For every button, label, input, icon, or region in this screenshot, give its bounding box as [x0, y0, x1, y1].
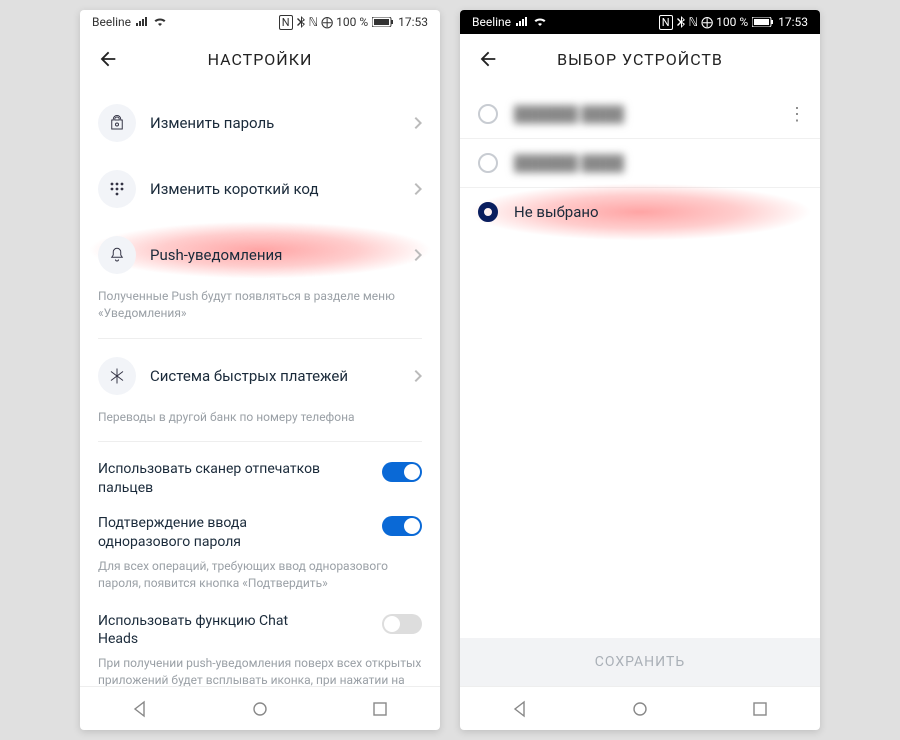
device-list: ██████ ████ ⋮ ██████ ████ Не выбрано [460, 84, 820, 638]
otp-toggle-row: Подтверждение ввода одноразового пароля [80, 504, 440, 558]
app-bar: ВЫБОР УСТРОЙСТВ [460, 34, 820, 84]
carrier-label: Beeline [472, 15, 511, 29]
sbp-icon [98, 357, 136, 395]
otp-subtext: Для всех операций, требующих ввод однора… [80, 558, 440, 604]
bluetooth-icon [297, 16, 305, 28]
item-label: Изменить пароль [150, 114, 414, 132]
change-short-code-item[interactable]: Изменить короткий код [80, 156, 440, 222]
signal-icon [515, 17, 529, 27]
nav-recent-icon[interactable] [371, 700, 389, 718]
nav-home-icon[interactable] [631, 700, 649, 718]
app-bar: НАСТРОЙКИ [80, 34, 440, 84]
page-title: ВЫБОР УСТРОЙСТВ [460, 50, 820, 69]
page-title: НАСТРОЙКИ [80, 50, 440, 69]
device-label: ██████ ████ [514, 154, 624, 172]
sbp-subtext: Переводы в другой банк по номеру телефон… [80, 409, 440, 438]
toggle-label: Использовать сканер отпечатков пальцев [98, 460, 328, 498]
fingerprint-toggle-row: Использовать сканер отпечатков пальцев [80, 446, 440, 504]
wifi-icon [153, 17, 167, 27]
fingerprint-switch[interactable] [382, 462, 422, 482]
carrier-label: Beeline [92, 15, 131, 29]
nav-back-icon[interactable] [131, 700, 149, 718]
chat-heads-subtext: При получении push-уведомления поверх вс… [80, 655, 440, 686]
sbp-item[interactable]: Система быстрых платежей [80, 343, 440, 409]
battery-icon [372, 17, 394, 27]
item-label: Изменить короткий код [150, 180, 414, 198]
android-nav-bar [80, 686, 440, 730]
toggle-label: Использовать функцию Chat Heads [98, 612, 328, 650]
settings-list: Изменить пароль Изменить короткий код Pu… [80, 84, 440, 686]
device-option-none[interactable]: Не выбрано [460, 188, 820, 236]
lock-icon [98, 104, 136, 142]
back-button[interactable] [472, 43, 504, 75]
clock: 17:53 [778, 15, 808, 29]
save-button[interactable]: СОХРАНИТЬ [460, 638, 820, 686]
signal-icon [135, 17, 149, 27]
nav-recent-icon[interactable] [751, 700, 769, 718]
status-bar: Beeline N ℕ ⨁ 100 % 17:53 [460, 10, 820, 34]
device-selection-screen: Beeline N ℕ ⨁ 100 % 17:53 ВЫБОР УСТРОЙСТ… [460, 10, 820, 730]
device-label: Не выбрано [514, 203, 599, 221]
device-option-2[interactable]: ██████ ████ [460, 139, 820, 188]
item-label: Система быстрых платежей [150, 367, 414, 385]
keypad-icon [98, 170, 136, 208]
chat-heads-toggle-row: Использовать функцию Chat Heads [80, 604, 440, 656]
device-option-1[interactable]: ██████ ████ ⋮ [460, 90, 820, 139]
push-notifications-section: Push-уведомления [80, 222, 440, 288]
nfc-icon: N [279, 15, 293, 30]
none-selected-section: Не выбрано [460, 188, 820, 236]
otp-switch[interactable] [382, 516, 422, 536]
change-password-item[interactable]: Изменить пароль [80, 90, 440, 156]
clock: 17:53 [398, 15, 428, 29]
battery-icon [752, 17, 774, 27]
battery-text: ℕ ⨁ 100 % [689, 15, 749, 29]
android-nav-bar [460, 686, 820, 730]
radio-selected-icon [478, 202, 498, 222]
push-notifications-item[interactable]: Push-уведомления [80, 222, 440, 288]
item-label: Push-уведомления [150, 246, 414, 264]
push-subtext: Полученные Push будут появляться в разде… [80, 288, 440, 334]
radio-unselected-icon [478, 104, 498, 124]
chevron-right-icon [414, 117, 422, 129]
bluetooth-icon [677, 16, 685, 28]
divider [98, 441, 422, 442]
divider [98, 338, 422, 339]
nfc-icon: N [659, 15, 673, 30]
chevron-right-icon [414, 183, 422, 195]
bell-icon [98, 236, 136, 274]
nav-back-icon[interactable] [511, 700, 529, 718]
device-label: ██████ ████ [514, 105, 624, 123]
wifi-icon [533, 17, 547, 27]
settings-screen: Beeline N ℕ ⨁ 100 % 17:53 НАСТРОЙКИ [80, 10, 440, 730]
chevron-right-icon [414, 249, 422, 261]
toggle-label: Подтверждение ввода одноразового пароля [98, 514, 328, 552]
chat-heads-switch[interactable] [382, 614, 422, 634]
more-icon[interactable]: ⋮ [788, 104, 804, 125]
status-bar: Beeline N ℕ ⨁ 100 % 17:53 [80, 10, 440, 34]
radio-unselected-icon [478, 153, 498, 173]
chevron-right-icon [414, 370, 422, 382]
battery-text: ℕ ⨁ 100 % [309, 15, 369, 29]
nav-home-icon[interactable] [251, 700, 269, 718]
back-button[interactable] [92, 43, 124, 75]
